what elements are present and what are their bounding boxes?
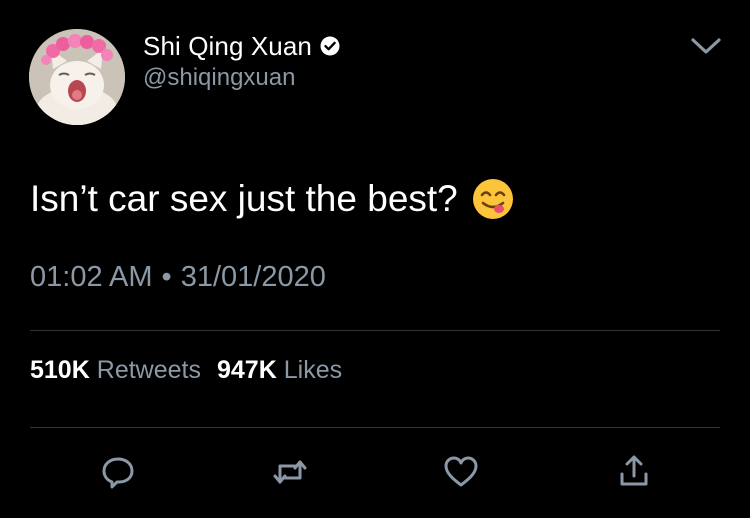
retweets-stat[interactable]: 510K Retweets xyxy=(30,356,201,385)
face-savoring-food-emoji xyxy=(472,179,513,219)
retweets-count: 510K xyxy=(30,356,90,384)
retweet-icon xyxy=(273,460,307,484)
cat-avatar-icon xyxy=(29,29,125,125)
verified-badge-icon xyxy=(320,36,340,56)
likes-count: 947K xyxy=(216,356,277,384)
user-name-row[interactable]: Shi Qing Xuan xyxy=(143,28,340,64)
likes-stat[interactable]: 947K Likes xyxy=(217,356,342,385)
reply-icon xyxy=(102,457,134,489)
reply-button[interactable] xyxy=(98,452,138,492)
divider xyxy=(30,427,720,428)
like-button[interactable] xyxy=(441,452,481,492)
tweet-text: Isn’t car sex just the best? xyxy=(30,178,458,219)
user-handle[interactable]: @shiqingxuan xyxy=(143,64,295,92)
like-icon xyxy=(444,456,478,487)
tweet-timestamp[interactable]: 01:02 AM • 31/01/2020 xyxy=(30,261,326,294)
tweet-text-row: Isn’t car sex just the best? xyxy=(30,178,514,220)
retweets-label: Retweets xyxy=(96,356,201,384)
meta-separator: • xyxy=(161,261,172,293)
divider xyxy=(30,330,720,331)
likes-label: Likes xyxy=(283,356,343,384)
retweet-button[interactable] xyxy=(270,452,310,492)
tweet-card: Shi Qing Xuan @shiqingxuan Isn’t car sex… xyxy=(0,0,750,518)
avatar[interactable] xyxy=(29,29,125,125)
tweet-date: 31/01/2020 xyxy=(180,261,326,293)
share-icon xyxy=(620,455,648,486)
tweet-time: 01:02 AM xyxy=(30,261,153,293)
chevron-down-icon[interactable] xyxy=(688,32,724,60)
tweet-stats: 510K Retweets 947K Likes xyxy=(30,356,342,385)
display-name[interactable]: Shi Qing Xuan xyxy=(143,31,312,62)
share-button[interactable] xyxy=(614,452,654,492)
